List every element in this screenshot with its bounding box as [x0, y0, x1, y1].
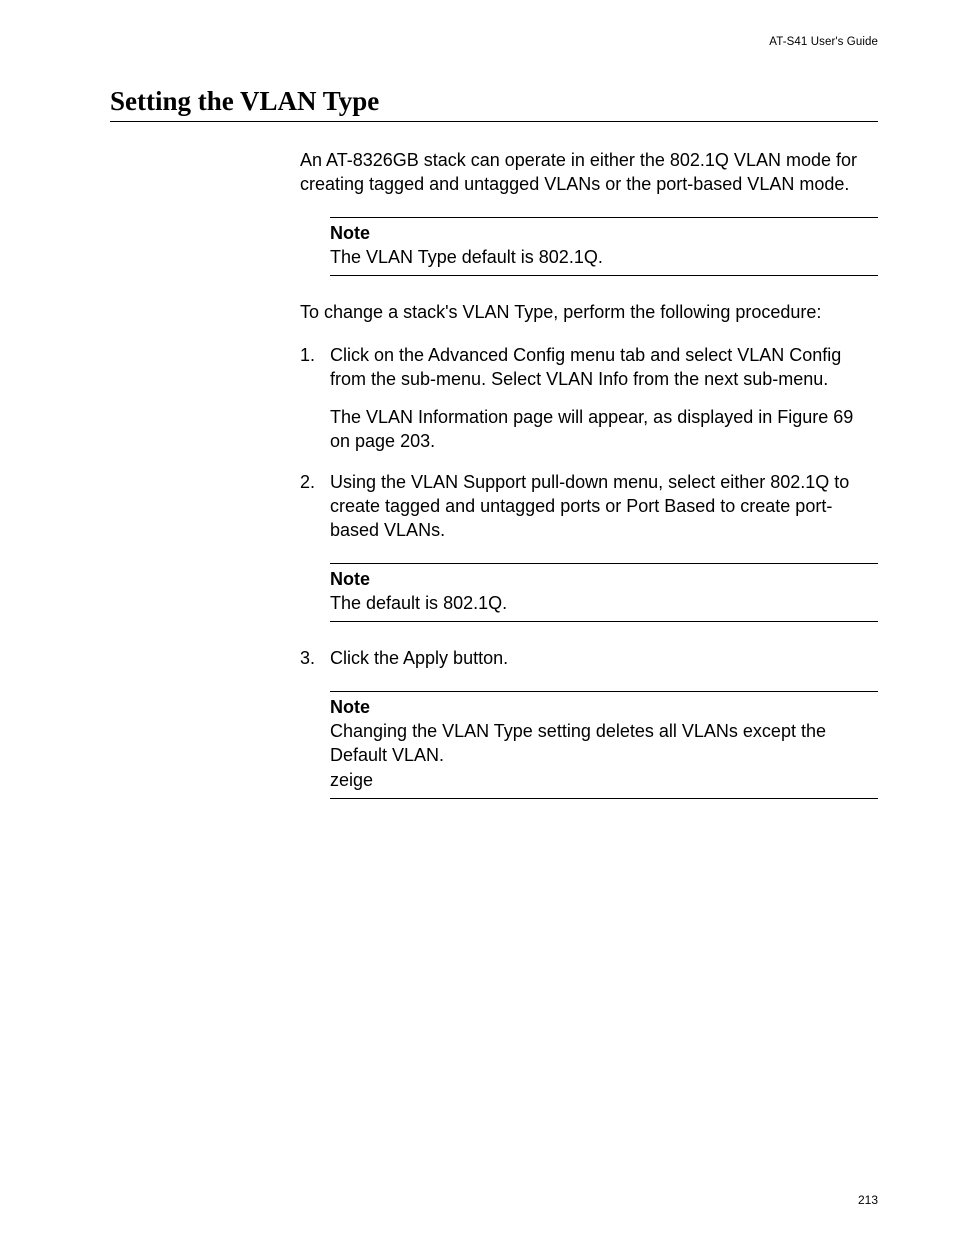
note-text: The default is 802.1Q.	[330, 591, 878, 615]
note-label: Note	[330, 222, 878, 245]
note-text: Changing the VLAN Type setting deletes a…	[330, 719, 878, 768]
procedure-lead: To change a stack's VLAN Type, perform t…	[300, 300, 878, 324]
page-number: 213	[858, 1193, 878, 1207]
running-head: AT-S41 User's Guide	[110, 36, 878, 48]
section-title: Setting the VLAN Type	[110, 86, 878, 122]
note-block-1: Note The VLAN Type default is 802.1Q.	[330, 217, 878, 277]
page-container: AT-S41 User's Guide Setting the VLAN Typ…	[0, 0, 954, 1235]
step-2-text: Using the VLAN Support pull-down menu, s…	[330, 472, 849, 541]
note-block-3: Note Changing the VLAN Type setting dele…	[330, 691, 878, 799]
step-1-text: Click on the Advanced Config menu tab an…	[330, 345, 841, 389]
step-1: Click on the Advanced Config menu tab an…	[300, 343, 878, 454]
step-3-text: Click the Apply button.	[330, 648, 508, 668]
note-text: The VLAN Type default is 802.1Q.	[330, 245, 878, 269]
step-2: Using the VLAN Support pull-down menu, s…	[300, 470, 878, 623]
note-label: Note	[330, 568, 878, 591]
intro-paragraph: An AT-8326GB stack can operate in either…	[300, 148, 878, 197]
step-1-sub: The VLAN Information page will appear, a…	[330, 405, 878, 454]
body-column: An AT-8326GB stack can operate in either…	[300, 148, 878, 799]
note-label: Note	[330, 696, 878, 719]
step-3: Click the Apply button. Note Changing th…	[300, 646, 878, 799]
procedure-steps: Click on the Advanced Config menu tab an…	[300, 343, 878, 799]
note-block-2: Note The default is 802.1Q.	[330, 563, 878, 623]
